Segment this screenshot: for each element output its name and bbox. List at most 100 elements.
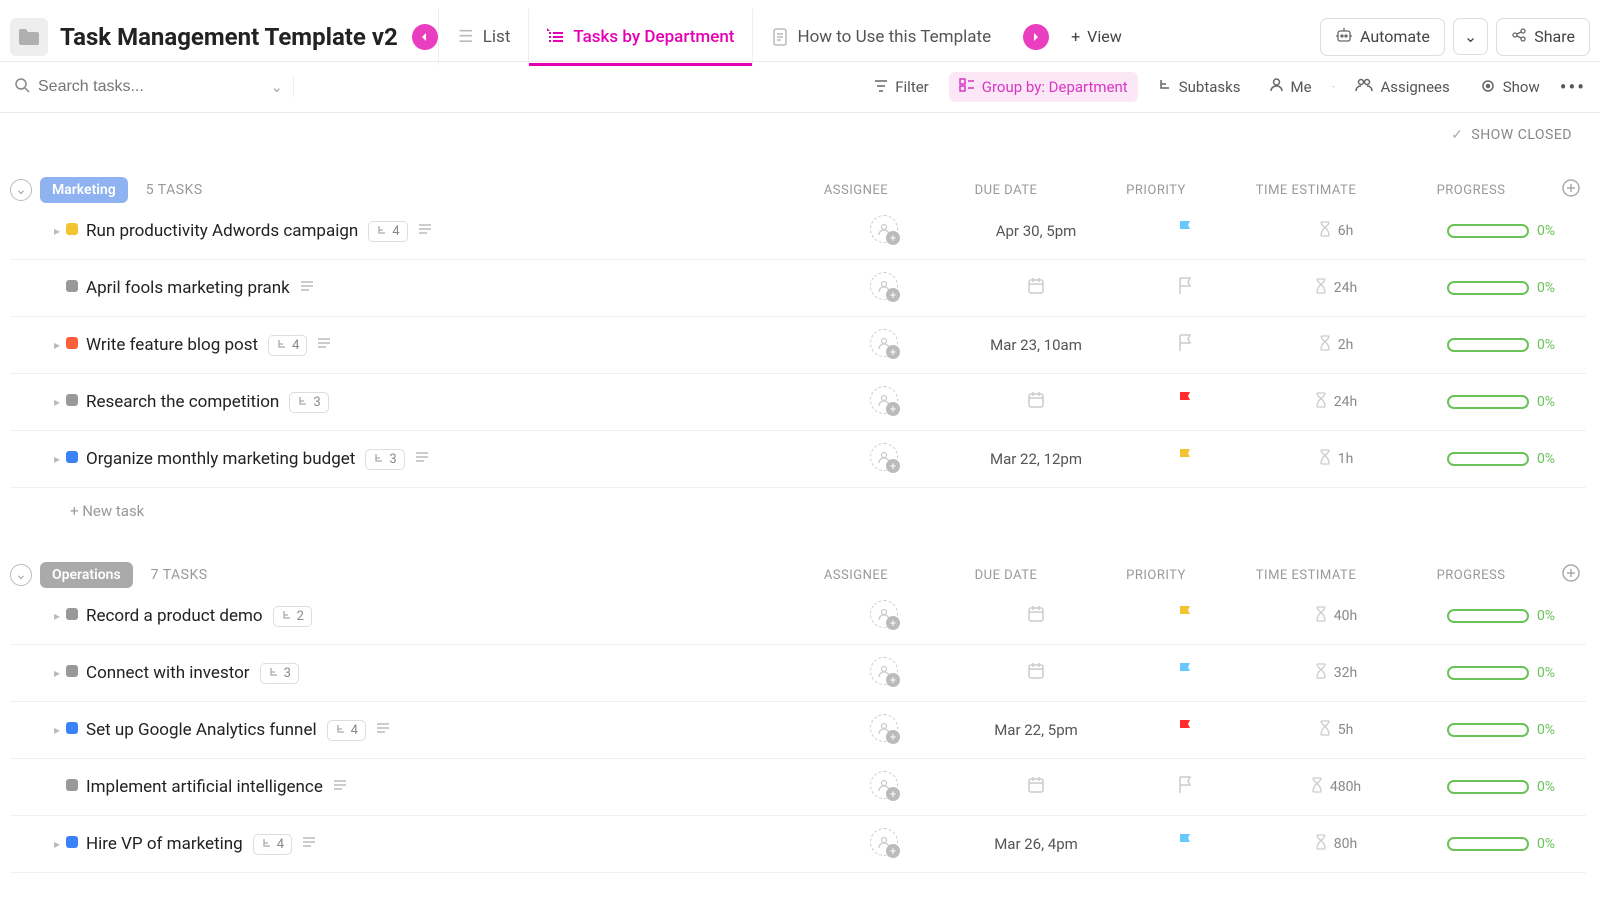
assignee-cell[interactable] [870, 828, 902, 860]
col-priority[interactable]: PRIORITY [1086, 568, 1226, 583]
progress-cell[interactable]: 0% [1416, 280, 1586, 296]
subtask-count[interactable]: 4 [368, 221, 407, 242]
group-name-pill[interactable]: Operations [40, 562, 133, 588]
chevron-down-icon[interactable]: ⌄ [270, 78, 283, 96]
task-name[interactable]: Research the competition [86, 392, 279, 412]
subtasks-button[interactable]: Subtasks [1148, 72, 1251, 102]
description-icon[interactable] [300, 278, 314, 298]
col-due[interactable]: DUE DATE [926, 183, 1086, 198]
subtask-count[interactable]: 3 [365, 449, 404, 470]
task-row[interactable]: April fools marketing prank24h0% [10, 260, 1586, 317]
task-name[interactable]: Organize monthly marketing budget [86, 449, 355, 469]
task-name[interactable]: Run productivity Adwords campaign [86, 221, 358, 241]
priority-cell[interactable] [1116, 605, 1256, 627]
due-date-cell[interactable]: Mar 22, 5pm [956, 721, 1116, 739]
status-square[interactable] [66, 337, 78, 349]
subtask-count[interactable]: 2 [273, 606, 312, 627]
expand-caret-icon[interactable]: ▸ [54, 338, 60, 352]
priority-cell[interactable] [1116, 833, 1256, 855]
tab-howto[interactable]: How to Use this Template [752, 9, 1009, 65]
show-button[interactable]: Show [1470, 72, 1550, 102]
col-time[interactable]: TIME ESTIMATE [1226, 183, 1386, 198]
col-assignee[interactable]: ASSIGNEE [786, 568, 926, 583]
col-time[interactable]: TIME ESTIMATE [1226, 568, 1386, 583]
status-square[interactable] [66, 779, 78, 791]
expand-caret-icon[interactable]: ▸ [54, 452, 60, 466]
priority-cell[interactable] [1116, 662, 1256, 684]
status-square[interactable] [66, 836, 78, 848]
task-row[interactable]: ▸ Organize monthly marketing budget 3 Mar … [10, 431, 1586, 488]
due-date-cell[interactable] [956, 391, 1116, 413]
assignees-button[interactable]: Assignees [1345, 72, 1459, 102]
expand-caret-icon[interactable]: ▸ [54, 723, 60, 737]
time-estimate-cell[interactable]: 80h [1256, 834, 1416, 854]
task-name[interactable]: Implement artificial intelligence [86, 777, 323, 797]
expand-caret-icon[interactable]: ▸ [54, 395, 60, 409]
col-priority[interactable]: PRIORITY [1086, 183, 1226, 198]
subtask-count[interactable]: 3 [289, 392, 328, 413]
collapse-button[interactable]: ⌄ [10, 564, 32, 586]
task-row[interactable]: ▸ Record a product demo 2 40h0% [10, 588, 1586, 645]
me-button[interactable]: Me [1260, 72, 1321, 102]
due-date-cell[interactable]: Mar 22, 12pm [956, 450, 1116, 468]
assignee-cell[interactable] [870, 600, 902, 632]
tab-list[interactable]: ☰ List [438, 9, 529, 65]
description-icon[interactable] [415, 449, 429, 469]
task-row[interactable]: ▸Research the competition 324h0% [10, 374, 1586, 431]
due-date-cell[interactable] [956, 605, 1116, 627]
filter-button[interactable]: Filter [864, 72, 939, 102]
expand-caret-icon[interactable]: ▸ [54, 609, 60, 623]
col-assignee[interactable]: ASSIGNEE [786, 183, 926, 198]
time-estimate-cell[interactable]: 2h [1256, 335, 1416, 355]
status-square[interactable] [66, 665, 78, 677]
time-estimate-cell[interactable]: 1h [1256, 449, 1416, 469]
new-task-button[interactable]: + New task [10, 488, 1586, 534]
progress-cell[interactable]: 0% [1416, 223, 1586, 239]
assignee-cell[interactable] [870, 714, 902, 746]
collapse-button[interactable]: ⌄ [10, 179, 32, 201]
due-date-cell[interactable]: Mar 23, 10am [956, 336, 1116, 354]
show-closed-toggle[interactable]: ✓ SHOW CLOSED [0, 113, 1600, 149]
priority-cell[interactable] [1116, 277, 1256, 299]
time-estimate-cell[interactable]: 6h [1256, 221, 1416, 241]
expand-caret-icon[interactable]: ▸ [54, 224, 60, 238]
due-date-cell[interactable]: Mar 26, 4pm [956, 835, 1116, 853]
progress-cell[interactable]: 0% [1416, 608, 1586, 624]
col-due[interactable]: DUE DATE [926, 568, 1086, 583]
col-progress[interactable]: PROGRESS [1386, 183, 1556, 198]
progress-cell[interactable]: 0% [1416, 836, 1586, 852]
priority-cell[interactable] [1116, 334, 1256, 356]
task-name[interactable]: Record a product demo [86, 606, 263, 626]
assignee-cell[interactable] [870, 771, 902, 803]
description-icon[interactable] [333, 777, 347, 797]
expand-caret-icon[interactable]: ▸ [54, 666, 60, 680]
status-square[interactable] [66, 394, 78, 406]
col-progress[interactable]: PROGRESS [1386, 568, 1556, 583]
time-estimate-cell[interactable]: 32h [1256, 663, 1416, 683]
task-name[interactable]: April fools marketing prank [86, 278, 290, 298]
progress-cell[interactable]: 0% [1416, 337, 1586, 353]
priority-cell[interactable] [1116, 391, 1256, 413]
task-name[interactable]: Set up Google Analytics funnel [86, 720, 317, 740]
assignee-cell[interactable] [870, 272, 902, 304]
task-name[interactable]: Write feature blog post [86, 335, 258, 355]
time-estimate-cell[interactable]: 5h [1256, 720, 1416, 740]
group-name-pill[interactable]: Marketing [40, 177, 128, 203]
due-date-cell[interactable]: Apr 30, 5pm [956, 222, 1116, 240]
more-options-button[interactable]: ••• [1560, 75, 1586, 99]
tab-tasks-by-department[interactable]: Tasks by Department [528, 9, 752, 65]
automate-dropdown[interactable]: ⌄ [1453, 18, 1488, 55]
subtask-count[interactable]: 4 [253, 834, 292, 855]
due-date-cell[interactable] [956, 662, 1116, 684]
task-row[interactable]: ▸Write feature blog post 4Mar 23, 10am2h… [10, 317, 1586, 374]
task-row[interactable]: ▸Hire VP of marketing 4Mar 26, 4pm80h0% [10, 816, 1586, 873]
description-icon[interactable] [317, 335, 331, 355]
time-estimate-cell[interactable]: 480h [1256, 777, 1416, 797]
priority-cell[interactable] [1116, 776, 1256, 798]
add-view-button[interactable]: + View [1057, 19, 1136, 54]
description-icon[interactable] [376, 720, 390, 740]
nav-next-button[interactable] [1023, 24, 1049, 50]
assignee-cell[interactable] [870, 657, 902, 689]
assignee-cell[interactable] [870, 443, 902, 475]
time-estimate-cell[interactable]: 40h [1256, 606, 1416, 626]
